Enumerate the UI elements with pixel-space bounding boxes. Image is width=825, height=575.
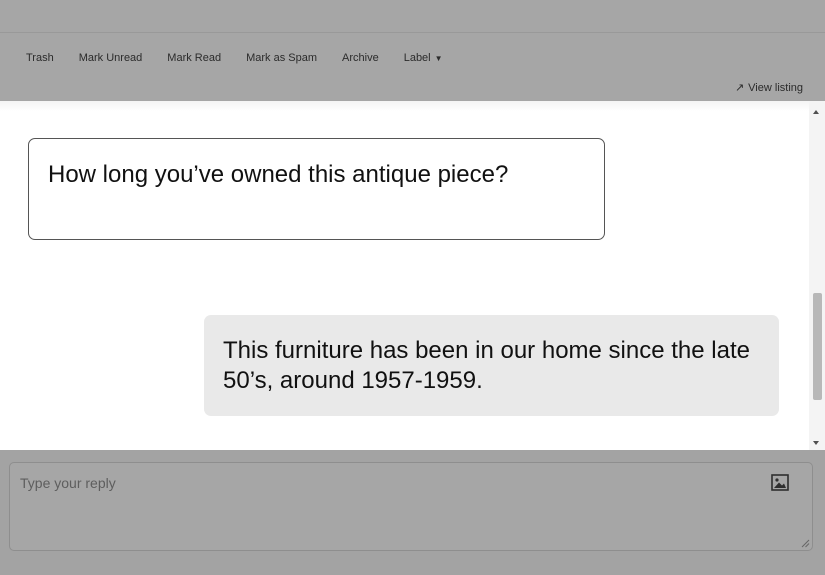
resize-grip-icon[interactable] <box>801 539 810 548</box>
top-bar <box>0 0 825 33</box>
mark-read-button[interactable]: Mark Read <box>167 52 221 64</box>
label-dropdown[interactable]: Label ▼ <box>404 52 443 64</box>
label-dropdown-text: Label <box>403 52 431 64</box>
message-toolbar: Trash Mark Unread Mark Read Mark as Spam… <box>0 33 825 101</box>
reply-input[interactable]: Type your reply <box>9 462 813 551</box>
scroll-down-arrow-icon[interactable] <box>813 441 819 445</box>
arrow-up-right-icon: ↗ <box>734 82 745 94</box>
reply-placeholder: Type your reply <box>20 475 116 491</box>
conversation-scrollbar[interactable] <box>809 101 825 450</box>
trash-button[interactable]: Trash <box>26 52 54 64</box>
archive-button[interactable]: Archive <box>342 52 379 64</box>
incoming-message: How long you’ve owned this antique piece… <box>28 138 605 240</box>
reply-area: Type your reply <box>0 450 825 575</box>
toolbar-actions: Trash Mark Unread Mark Read Mark as Spam… <box>26 52 468 64</box>
view-listing-link[interactable]: ↗ View listing <box>734 81 803 95</box>
view-listing-label: View listing <box>748 81 803 94</box>
mark-as-spam-button[interactable]: Mark as Spam <box>246 52 317 64</box>
conversation-panel: How long you’ve owned this antique piece… <box>0 101 825 450</box>
mark-unread-button[interactable]: Mark Unread <box>79 52 143 64</box>
conversation-top-shadow <box>0 101 809 111</box>
outgoing-message: This furniture has been in our home sinc… <box>204 315 779 416</box>
caret-down-icon: ▼ <box>434 53 443 63</box>
image-icon[interactable] <box>771 474 789 491</box>
scroll-up-arrow-icon[interactable] <box>813 110 819 114</box>
scrollbar-thumb[interactable] <box>813 293 822 400</box>
